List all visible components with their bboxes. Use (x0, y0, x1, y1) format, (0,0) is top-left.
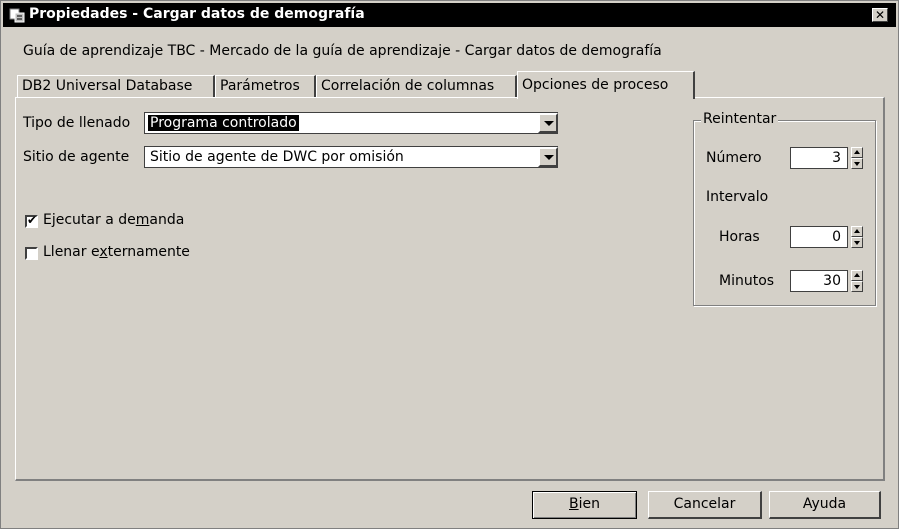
button-label: Cancelar (673, 496, 736, 512)
tab-label: Opciones de proceso (522, 77, 669, 93)
button-label: Ayuda (802, 496, 847, 512)
tab-panel (15, 97, 885, 481)
tab-db2-universal-database[interactable]: DB2 Universal Database (17, 75, 215, 97)
tab-correlacion-columnas[interactable]: Correlación de columnas (316, 75, 517, 97)
breadcrumb: Guía de aprendizaje TBC - Mercado de la … (23, 43, 662, 59)
tab-opciones-proceso[interactable]: Opciones de proceso (517, 71, 695, 99)
properties-window: Propiedades - Cargar datos de demografía… (0, 0, 899, 529)
close-icon: ✕ (874, 8, 886, 22)
ok-button[interactable]: Bien (532, 491, 637, 519)
tab-label: DB2 Universal Database (22, 78, 193, 94)
tab-label: Correlación de columnas (321, 78, 495, 94)
tab-parametros[interactable]: Parámetros (215, 75, 316, 97)
close-button[interactable]: ✕ (872, 8, 888, 22)
mnemonic-letter: B (569, 496, 579, 512)
tab-label: Parámetros (220, 78, 300, 94)
button-label: ien (578, 496, 600, 512)
title-bar[interactable]: Propiedades - Cargar datos de demografía… (3, 3, 896, 27)
help-button[interactable]: Ayuda (769, 491, 881, 519)
properties-icon (9, 8, 25, 23)
cancel-button[interactable]: Cancelar (648, 491, 762, 519)
window-title: Propiedades - Cargar datos de demografía (29, 6, 365, 22)
